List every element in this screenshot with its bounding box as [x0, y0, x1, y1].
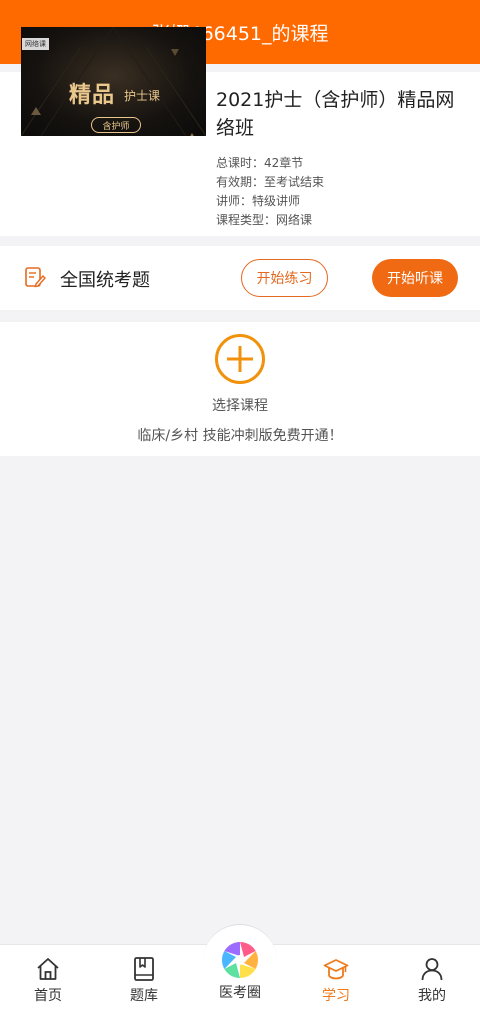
- tab-label: 我的: [418, 988, 446, 1004]
- home-icon: [37, 958, 59, 980]
- select-course-label[interactable]: 选择课程: [0, 395, 480, 415]
- tab-label: 题库: [130, 988, 158, 1004]
- course-total-lessons: 总课时：42章节: [216, 156, 304, 170]
- tab-question-bank[interactable]: 题库: [112, 956, 176, 1008]
- select-course-promo: 临床/乡村 技能冲刺版免费开通！: [137, 428, 343, 444]
- tab-circle[interactable]: 医考圈: [208, 940, 272, 1006]
- graduation-cap-icon: [323, 959, 349, 980]
- tab-label: 首页: [34, 988, 62, 1004]
- thumbnail-tag: 网络课: [22, 38, 49, 50]
- exam-label: 全国统考题: [60, 270, 150, 291]
- thumbnail-headline: 精品: [69, 83, 116, 108]
- course-title[interactable]: 2021护士（含护师）精品网络班: [216, 86, 466, 142]
- course-lecturer: 讲师：特级讲师: [216, 194, 301, 208]
- tab-label: 学习: [322, 988, 350, 1004]
- exam-notes-icon: [25, 267, 46, 288]
- add-course-icon[interactable]: [214, 333, 266, 385]
- start-practice-button[interactable]: 开始练习: [241, 259, 328, 297]
- thumbnail-subheadline: 护士课: [124, 89, 161, 103]
- tab-label: 医考圈: [219, 985, 261, 1001]
- thumbnail-pill: 含护师: [91, 117, 141, 133]
- start-listening-button[interactable]: 开始听课: [372, 259, 458, 297]
- tab-mine[interactable]: 我的: [400, 956, 464, 1008]
- book-icon: [134, 957, 154, 981]
- triangle-decoration: [171, 49, 179, 56]
- shutter-icon: [221, 941, 259, 979]
- tab-learn[interactable]: 学习: [304, 956, 368, 1008]
- triangle-decoration: [31, 107, 41, 115]
- triangle-decoration: [187, 133, 197, 136]
- course-type: 课程类型：网络课: [216, 213, 313, 227]
- course-validity: 有效期：至考试结束: [216, 175, 325, 189]
- person-icon: [421, 958, 443, 981]
- tab-home[interactable]: 首页: [16, 956, 80, 1008]
- course-thumbnail[interactable]: 网络课 精品 护士课 含护师: [21, 27, 206, 136]
